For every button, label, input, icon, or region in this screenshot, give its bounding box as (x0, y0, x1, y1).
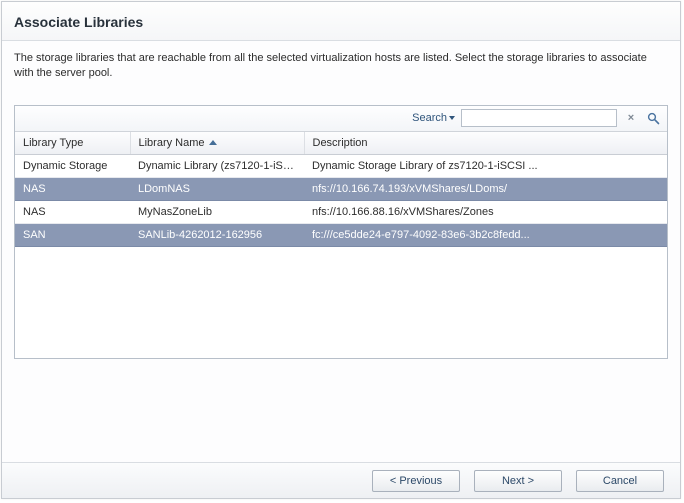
cell-desc: nfs://10.166.74.193/xVMShares/LDoms/ (304, 177, 667, 200)
associate-libraries-dialog: Associate Libraries The storage librarie… (1, 1, 681, 499)
dialog-description: The storage libraries that are reachable… (2, 41, 680, 95)
sort-asc-icon (209, 140, 217, 145)
table-row[interactable]: Dynamic StorageDynamic Library (zs7120-1… (15, 154, 667, 177)
dialog-footer: < Previous Next > Cancel (2, 462, 680, 498)
cell-type: NAS (15, 200, 130, 223)
search-bar: Search × (15, 106, 667, 132)
column-header-type-label: Library Type (23, 137, 83, 149)
cell-name: MyNasZoneLib (130, 200, 304, 223)
column-header-description-label: Description (313, 137, 368, 149)
search-button[interactable] (645, 110, 661, 126)
cell-name: Dynamic Library (zs7120-1-iSCSI) (130, 154, 304, 177)
column-header-name[interactable]: Library Name (130, 132, 304, 155)
cell-name: SANLib-4262012-162956 (130, 223, 304, 246)
cell-type: Dynamic Storage (15, 154, 130, 177)
table-row[interactable]: SANSANLib-4262012-162956fc:///ce5dde24-e… (15, 223, 667, 246)
search-icon (647, 112, 660, 125)
clear-search-button[interactable]: × (623, 110, 639, 126)
table-row[interactable]: NASLDomNASnfs://10.166.74.193/xVMShares/… (15, 177, 667, 200)
cell-desc: fc:///ce5dde24-e797-4092-83e6-3b2c8fedd.… (304, 223, 667, 246)
column-header-name-label: Library Name (139, 137, 205, 149)
search-label-text: Search (412, 112, 447, 124)
chevron-down-icon (449, 116, 455, 120)
dialog-title: Associate Libraries (2, 2, 680, 41)
table-row[interactable]: NASMyNasZoneLibnfs://10.166.88.16/xVMSha… (15, 200, 667, 223)
clear-icon: × (628, 112, 634, 124)
libraries-table: Library Type Library Name Description Dy… (15, 132, 667, 247)
cell-desc: nfs://10.166.88.16/xVMShares/Zones (304, 200, 667, 223)
cell-type: NAS (15, 177, 130, 200)
column-header-description[interactable]: Description (304, 132, 667, 155)
cancel-button[interactable]: Cancel (576, 470, 664, 492)
search-input[interactable] (461, 109, 617, 127)
previous-button[interactable]: < Previous (372, 470, 460, 492)
cell-desc: Dynamic Storage Library of zs7120-1-iSCS… (304, 154, 667, 177)
search-dropdown[interactable]: Search (412, 112, 455, 124)
cell-name: LDomNAS (130, 177, 304, 200)
libraries-panel: Search × Library Type (14, 105, 668, 359)
column-header-type[interactable]: Library Type (15, 132, 130, 155)
cell-type: SAN (15, 223, 130, 246)
next-button[interactable]: Next > (474, 470, 562, 492)
